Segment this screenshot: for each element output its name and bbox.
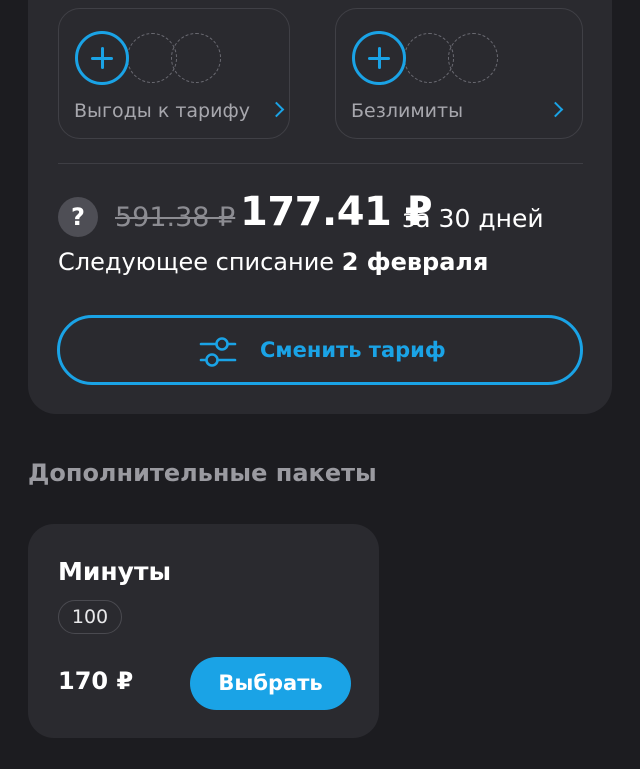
package-amount-chip: 100 xyxy=(58,600,122,634)
empty-slot-icon xyxy=(171,33,221,83)
benefits-card[interactable]: Выгоды к тарифу xyxy=(58,8,290,139)
chevron-right-icon xyxy=(268,101,285,118)
unlimited-card[interactable]: Безлимиты xyxy=(335,8,583,139)
chevron-right-icon xyxy=(547,101,564,118)
empty-slot-icon xyxy=(448,33,498,83)
next-charge-info: Следующее списание 2 февраля xyxy=(58,248,488,276)
unlimited-slots xyxy=(352,31,512,87)
package-price: 170 ₽ xyxy=(58,667,134,695)
package-title: Минуты xyxy=(58,557,172,586)
change-tariff-button[interactable]: Сменить тариф xyxy=(57,315,583,385)
billing-period: за 30 дней xyxy=(402,204,544,233)
add-unlimited-icon[interactable] xyxy=(352,31,406,85)
section-title: Дополнительные пакеты xyxy=(28,459,377,487)
divider xyxy=(58,163,583,164)
next-charge-date: 2 февраля xyxy=(341,248,489,276)
add-benefit-icon[interactable] xyxy=(75,31,129,85)
old-price: 591.38 ₽ xyxy=(115,202,236,233)
empty-slot-icon xyxy=(404,33,454,83)
unlimited-label: Безлимиты xyxy=(351,100,464,122)
price-help-icon[interactable]: ? xyxy=(58,197,98,237)
benefits-label: Выгоды к тарифу xyxy=(74,100,250,122)
next-charge-prefix: Следующее списание xyxy=(58,248,342,276)
benefits-slots xyxy=(75,31,235,87)
sliders-icon xyxy=(199,337,237,367)
change-tariff-label: Сменить тариф xyxy=(260,338,446,362)
empty-slot-icon xyxy=(127,33,177,83)
select-package-button[interactable]: Выбрать xyxy=(190,657,351,710)
